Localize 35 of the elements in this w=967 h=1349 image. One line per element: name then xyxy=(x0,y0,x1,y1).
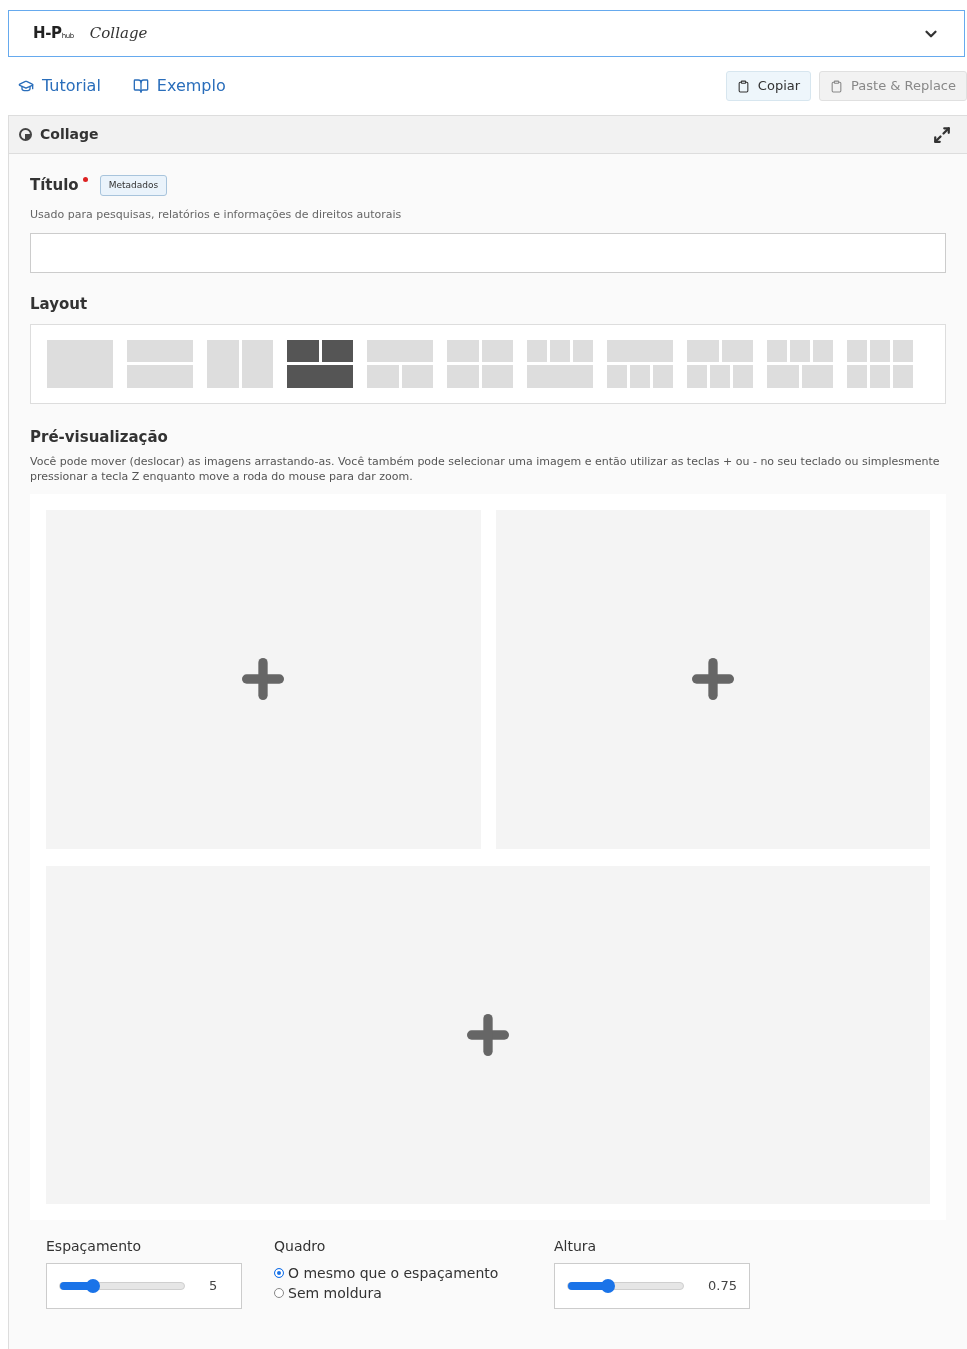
field-label: Título xyxy=(30,175,79,196)
title-input-field[interactable] xyxy=(30,233,946,273)
preview-description: Você pode mover (deslocar) as imagens arrastando-as. Você também pode selecionar uma imagem e então utilizar as teclas + ou - no seu teclado ou simplesmente pressionar a tecla Z enquanto move a roda do mouse para dar zoom. xyxy=(30,454,941,484)
slider-thumb[interactable] xyxy=(86,1279,101,1293)
radio-option[interactable]: Sem moldura xyxy=(274,1283,522,1303)
slider-track[interactable] xyxy=(59,1282,185,1290)
collage-icon xyxy=(19,128,32,141)
slider-thumb[interactable] xyxy=(601,1279,616,1293)
preview-label: Pré-visualização xyxy=(30,426,169,448)
image-slot[interactable] xyxy=(495,510,930,849)
select-value: Collage xyxy=(89,23,148,45)
radio-button[interactable] xyxy=(274,1288,284,1298)
slider-value: 0.75 xyxy=(708,1277,737,1296)
image-slot[interactable] xyxy=(46,865,930,1204)
layout-option[interactable] xyxy=(287,339,353,388)
action-button[interactable]: Copiar xyxy=(725,71,812,101)
radio-option[interactable]: O mesmo que o espaçamento xyxy=(274,1263,522,1283)
spacing-label: Espaçamento xyxy=(46,1237,143,1256)
clipboard-icon xyxy=(736,79,750,93)
clipboard-icon xyxy=(830,79,844,93)
metadata-tag[interactable]: Metadados xyxy=(99,174,168,196)
radio-button[interactable] xyxy=(274,1268,284,1278)
frame-label: Quadro xyxy=(274,1237,327,1256)
height-label: Altura xyxy=(554,1237,598,1256)
panel-title: Collage xyxy=(40,125,99,144)
field-description: Usado para pesquisas, relatórios e informações de direitos autorais xyxy=(30,206,403,223)
slider-track[interactable] xyxy=(567,1282,685,1290)
layout-label: Layout xyxy=(30,294,89,315)
slider-value: 5 xyxy=(209,1277,218,1296)
expand-icon[interactable] xyxy=(933,125,951,144)
help-link[interactable]: Exemplo xyxy=(132,74,226,98)
book-icon xyxy=(132,78,149,94)
image-slot[interactable] xyxy=(46,510,481,849)
graduation-cap-icon xyxy=(18,78,34,94)
help-link[interactable]: Tutorial xyxy=(18,74,101,98)
